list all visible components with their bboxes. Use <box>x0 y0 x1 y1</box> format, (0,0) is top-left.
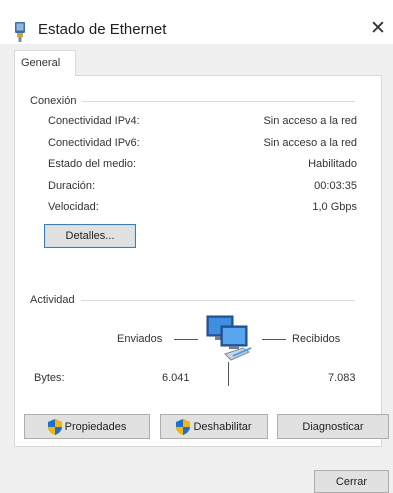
properties-button[interactable]: Propiedades <box>24 414 150 439</box>
ipv6-label: Conectividad IPv6: <box>48 137 140 149</box>
ipv4-label: Conectividad IPv4: <box>48 115 140 127</box>
tab-general[interactable]: General <box>14 50 76 76</box>
received-label: Recibidos <box>292 333 341 345</box>
received-line <box>262 339 286 340</box>
tab-general-label: General <box>21 57 61 69</box>
duration-label: Duración: <box>48 180 96 192</box>
media-state-label: Estado del medio: <box>48 158 137 170</box>
ipv6-value: Sin acceso a la red <box>263 137 357 149</box>
sent-label: Enviados <box>117 333 163 345</box>
connection-section-label: Conexión <box>30 95 83 107</box>
details-button[interactable]: Detalles... <box>44 224 136 248</box>
window-title: Estado de Ethernet <box>38 21 167 38</box>
duration-value: 00:03:35 <box>314 180 357 192</box>
uac-shield-icon <box>47 418 62 435</box>
diagnose-button[interactable]: Diagnosticar <box>277 414 389 439</box>
close-window-button[interactable]: ✕ <box>366 16 390 40</box>
properties-label: Propiedades <box>64 420 127 433</box>
activity-section-label: Actividad <box>30 294 81 306</box>
network-computers-icon <box>203 312 259 369</box>
bytes-separator <box>228 362 229 386</box>
disable-label: Deshabilitar <box>193 420 252 433</box>
close-button[interactable]: Cerrar <box>314 470 389 493</box>
speed-value: 1,0 Gbps <box>312 201 357 213</box>
bytes-received-value: 7.083 <box>328 372 356 384</box>
uac-shield-icon <box>176 418 191 435</box>
media-state-value: Habilitado <box>308 158 357 170</box>
close-icon: ✕ <box>370 17 386 39</box>
disable-button[interactable]: Deshabilitar <box>160 414 268 439</box>
ipv4-value: Sin acceso a la red <box>263 115 357 127</box>
sent-line <box>174 339 198 340</box>
speed-label: Velocidad: <box>48 201 99 213</box>
bytes-label: Bytes: <box>34 372 65 384</box>
network-adapter-icon <box>12 22 28 45</box>
bytes-sent-value: 6.041 <box>162 372 190 384</box>
general-panel <box>14 75 382 447</box>
